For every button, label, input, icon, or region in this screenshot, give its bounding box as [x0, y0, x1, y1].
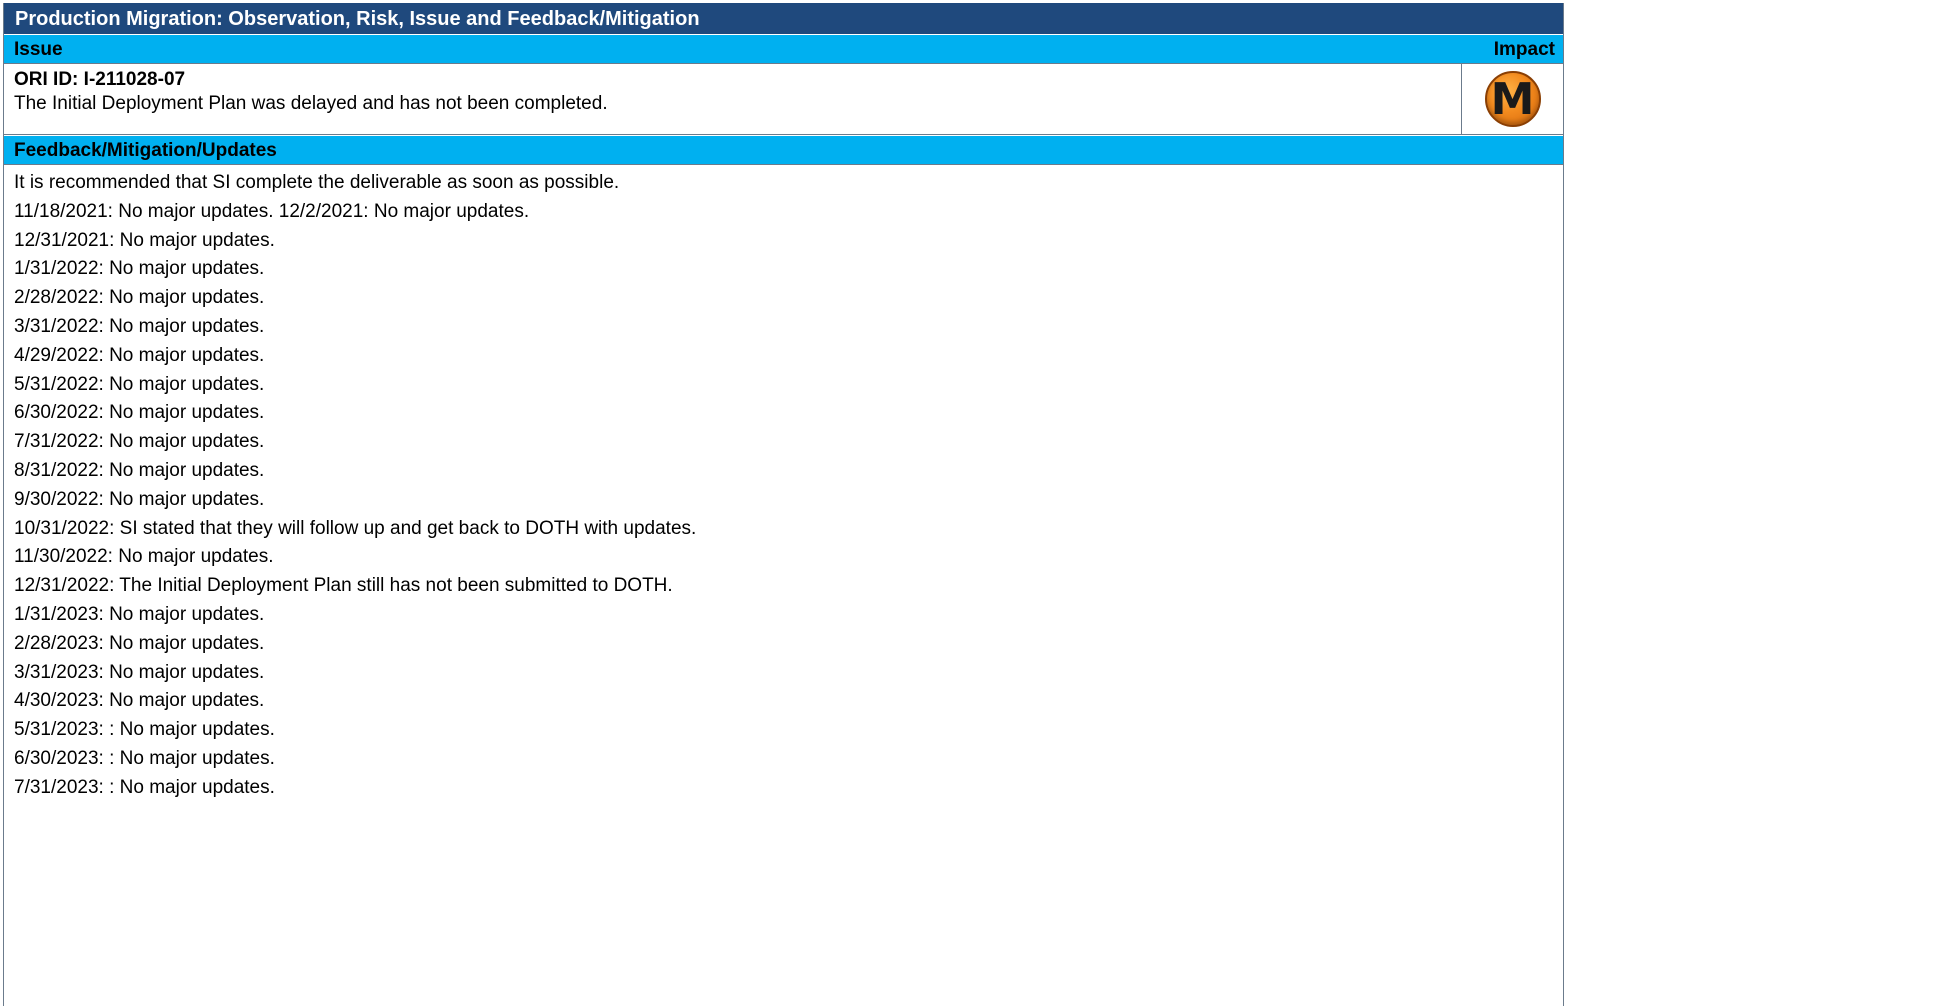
issue-text-cell: ORI ID: I-211028-07 The Initial Deployme… — [4, 64, 1462, 134]
update-line: 12/31/2021: No major updates. — [14, 229, 275, 251]
updates-header-label: Feedback/Mitigation/Updates — [14, 140, 277, 161]
update-line: 2/28/2023: No major updates. — [14, 632, 265, 654]
update-line: 1/31/2022: No major updates. — [14, 258, 265, 280]
update-line: 1/31/2023: No major updates. — [14, 603, 265, 625]
update-line: 5/31/2023: : No major updates. — [14, 719, 275, 741]
update-line: 12/31/2022: The Initial Deployment Plan … — [14, 575, 673, 597]
impact-cell: M — [1462, 64, 1563, 134]
issue-row: ORI ID: I-211028-07 The Initial Deployme… — [4, 63, 1563, 135]
update-line: 5/31/2022: No major updates. — [14, 373, 265, 395]
update-line: 6/30/2022: No major updates. — [14, 402, 265, 424]
update-line: 3/31/2023: No major updates. — [14, 661, 265, 683]
update-line: 9/30/2022: No major updates. — [14, 488, 265, 510]
update-line: 6/30/2023: : No major updates. — [14, 747, 275, 769]
updates-list: It is recommended that SI complete the d… — [4, 164, 1563, 807]
update-line: It is recommended that SI complete the d… — [14, 172, 620, 193]
issue-header-label: Issue — [14, 39, 63, 60]
update-line: 10/31/2022: SI stated that they will fol… — [14, 517, 697, 539]
impact-header-label: Impact — [1493, 39, 1555, 60]
impact-medium-icon: M — [1484, 71, 1541, 127]
update-line: 7/31/2022: No major updates. — [14, 431, 265, 453]
update-line: 11/18/2021: No major updates. 12/2/2021:… — [14, 200, 530, 222]
update-line: 11/30/2022: No major updates. — [14, 546, 274, 568]
issue-description: The Initial Deployment Plan was delayed … — [14, 93, 608, 114]
page-title: Production Migration: Observation, Risk,… — [4, 3, 1563, 34]
update-line: 8/31/2022: No major updates. — [14, 459, 265, 481]
issue-header-bar: Issue Impact — [4, 34, 1563, 63]
updates-header-bar: Feedback/Mitigation/Updates — [4, 135, 1563, 164]
document-table: Production Migration: Observation, Risk,… — [3, 3, 1564, 1006]
update-line: 3/31/2022: No major updates. — [14, 315, 265, 337]
update-line: 2/28/2022: No major updates. — [14, 287, 265, 309]
update-line: 4/29/2022: No major updates. — [14, 344, 265, 366]
update-line: 4/30/2023: No major updates. — [14, 690, 265, 712]
update-line: 7/31/2023: : No major updates. — [14, 776, 275, 798]
issue-id: ORI ID: I-211028-07 — [14, 69, 186, 90]
